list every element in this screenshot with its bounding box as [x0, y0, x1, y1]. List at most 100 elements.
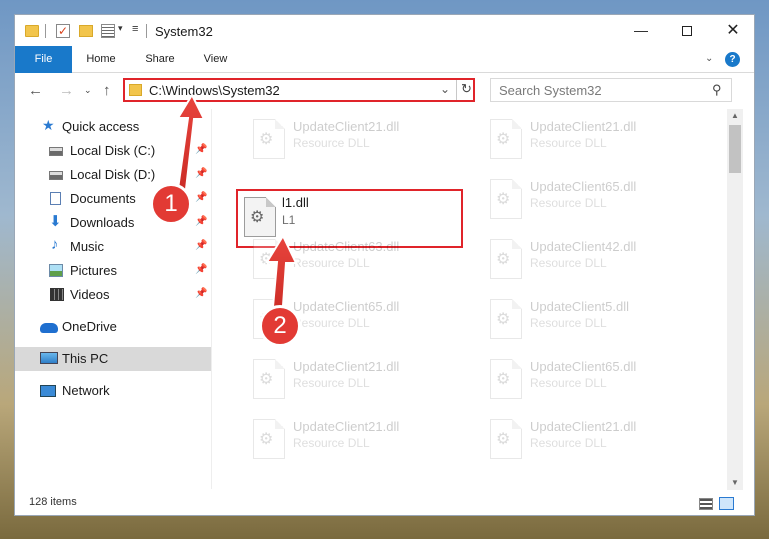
pin-icon[interactable]: 📌 — [195, 288, 207, 299]
scroll-up-icon[interactable]: ▲ — [731, 111, 739, 120]
sidebar-item-onedrive[interactable]: OneDrive — [15, 315, 211, 339]
gear-icon: ⚙ — [496, 191, 511, 208]
tab-home[interactable]: Home — [75, 46, 127, 73]
maximize-button[interactable] — [664, 15, 710, 46]
properties-check-icon[interactable]: ✓ — [56, 24, 70, 38]
picture-icon — [49, 264, 63, 277]
music-icon: ♪ — [51, 236, 59, 253]
file-name: UpdateClient65.dll — [293, 299, 400, 314]
sidebar-item-pictures[interactable]: Pictures 📌 — [15, 259, 211, 283]
properties-icon[interactable] — [101, 24, 115, 38]
file-name: UpdateClient65.dll — [530, 359, 637, 374]
gear-icon: ⚙ — [496, 131, 511, 148]
address-bar[interactable]: C:\Windows\System32 ⌄ ↻ — [123, 78, 475, 102]
dll-file-icon: ⚙ — [490, 179, 522, 219]
sidebar-item-videos[interactable]: Videos 📌 — [15, 283, 211, 307]
file-name: UpdateClient21.dll — [293, 119, 400, 134]
large-icons-view-icon[interactable] — [719, 497, 734, 510]
forward-button[interactable]: → — [59, 82, 74, 99]
network-icon — [40, 385, 56, 397]
file-item[interactable]: ⚙ UpdateClient21.dll Resource DLL — [476, 411, 706, 471]
new-folder-icon[interactable] — [79, 25, 93, 37]
tab-share[interactable]: Share — [135, 46, 185, 73]
star-icon: ★ — [42, 117, 55, 133]
address-path[interactable]: C:\Windows\System32 — [149, 83, 280, 98]
gear-icon: ⚙ — [259, 131, 274, 148]
pin-icon[interactable]: 📌 — [195, 240, 207, 251]
divider — [211, 109, 212, 489]
pin-icon[interactable]: 📌 — [195, 216, 207, 227]
pin-icon[interactable]: 📌 — [195, 192, 207, 203]
search-input[interactable]: Search System32 ⚲ — [490, 78, 732, 102]
sidebar-item-quick-access[interactable]: ★ Quick access — [15, 115, 211, 139]
back-button[interactable]: ← — [28, 82, 43, 99]
file-item[interactable]: ⚙ UpdateClient21.dll Resource DLL — [239, 351, 469, 411]
expand-ribbon-icon[interactable]: ⌄ — [705, 53, 713, 64]
file-item[interactable]: ⚙ UpdateClient5.dll Resource DLL — [476, 291, 706, 351]
cloud-icon — [40, 323, 58, 333]
refresh-icon[interactable]: ↻ — [461, 81, 472, 97]
file-item[interactable]: ⚙ UpdateClient65.dll Resource DLL — [476, 351, 706, 411]
customize-toolbar-icon[interactable]: ≡ — [132, 23, 138, 39]
details-view-icon[interactable] — [699, 498, 713, 510]
address-row: ← → ⌄ ↑ C:\Windows\System32 ⌄ ↻ Search S… — [15, 73, 754, 107]
pin-icon[interactable]: 📌 — [195, 168, 207, 179]
tab-view[interactable]: View — [193, 46, 238, 73]
folder-icon — [25, 25, 39, 37]
close-button[interactable]: ✕ — [710, 15, 756, 46]
file-type: Resource DLL — [530, 136, 607, 150]
up-button[interactable]: ↑ — [103, 82, 111, 99]
sidebar-item-music[interactable]: ♪ Music 📌 — [15, 235, 211, 259]
minimize-button[interactable]: — — [618, 15, 664, 46]
file-type: Resource DLL — [293, 376, 370, 390]
divider — [146, 24, 147, 38]
gear-icon: ⚙ — [259, 251, 274, 268]
gear-icon: ⚙ — [259, 431, 274, 448]
pin-icon[interactable]: 📌 — [195, 264, 207, 275]
tab-file[interactable]: File — [15, 46, 72, 73]
sidebar-item-this-pc[interactable]: This PC — [15, 347, 211, 371]
file-name: UpdateClient21.dll — [530, 119, 637, 134]
disk-icon — [49, 171, 63, 180]
file-name: UpdateClient21.dll — [530, 419, 637, 434]
document-icon — [50, 192, 61, 205]
file-type: Resource DLL — [530, 256, 607, 270]
help-icon[interactable]: ? — [725, 52, 740, 67]
recent-locations-button[interactable]: ⌄ — [84, 85, 92, 96]
sidebar-item-label: OneDrive — [62, 319, 117, 334]
dll-file-icon: ⚙ — [253, 119, 285, 159]
file-item[interactable]: ⚙ UpdateClient65.dll Resource DLL — [476, 171, 706, 231]
file-item[interactable]: ⚙ UpdateClient21.dll Resource DLL — [239, 111, 469, 171]
sidebar-item-local-disk-d[interactable]: Local Disk (D:) 📌 — [15, 163, 211, 187]
sidebar-item-label: This PC — [62, 351, 109, 366]
navigation-pane: ★ Quick access Local Disk (C:) 📌 Local D… — [15, 109, 211, 493]
sidebar-item-label: Local Disk (C:) — [70, 143, 156, 158]
vertical-scrollbar[interactable]: ▲ ▼ — [727, 109, 743, 490]
gear-icon: ⚙ — [496, 251, 511, 268]
step-1-callout: 1 — [150, 183, 192, 225]
pin-icon[interactable]: 📌 — [195, 144, 207, 155]
scroll-down-icon[interactable]: ▼ — [731, 478, 739, 487]
file-item[interactable]: ⚙ UpdateClient21.dll Resource DLL — [239, 411, 469, 471]
sidebar-item-label: Local Disk (D:) — [70, 167, 156, 182]
gear-icon: ⚙ — [250, 209, 265, 226]
chevron-down-icon[interactable]: ⌄ — [440, 82, 450, 96]
sidebar-item-label: Quick access — [62, 119, 140, 134]
gear-icon: ⚙ — [496, 311, 511, 328]
search-icon[interactable]: ⚲ — [712, 82, 722, 98]
file-type: Resource DLL — [293, 436, 370, 450]
file-item[interactable]: ⚙ UpdateClient21.dll Resource DLL — [476, 111, 706, 171]
file-item[interactable]: ⚙ UpdateClient42.dll Resource DLL — [476, 231, 706, 291]
chevron-down-icon[interactable]: ▾ — [118, 23, 123, 39]
sidebar-item-local-disk-c[interactable]: Local Disk (C:) 📌 — [15, 139, 211, 163]
ribbon-tabs: File Home Share View ⌄ ? — [15, 46, 754, 73]
search-placeholder: Search System32 — [499, 83, 602, 98]
file-item[interactable]: ⚙ UpdateClient63.dll Resource DLL — [239, 231, 469, 291]
gear-icon: ⚙ — [259, 371, 274, 388]
sidebar-item-network[interactable]: Network — [15, 379, 211, 403]
file-name: UpdateClient5.dll — [530, 299, 630, 314]
dll-file-icon: ⚙ — [490, 119, 522, 159]
file-list: ⚙ UpdateClient21.dll Resource DLL ⚙ Upda… — [219, 109, 727, 489]
item-count: 128 items — [29, 496, 77, 508]
scrollbar-thumb[interactable] — [729, 125, 741, 173]
